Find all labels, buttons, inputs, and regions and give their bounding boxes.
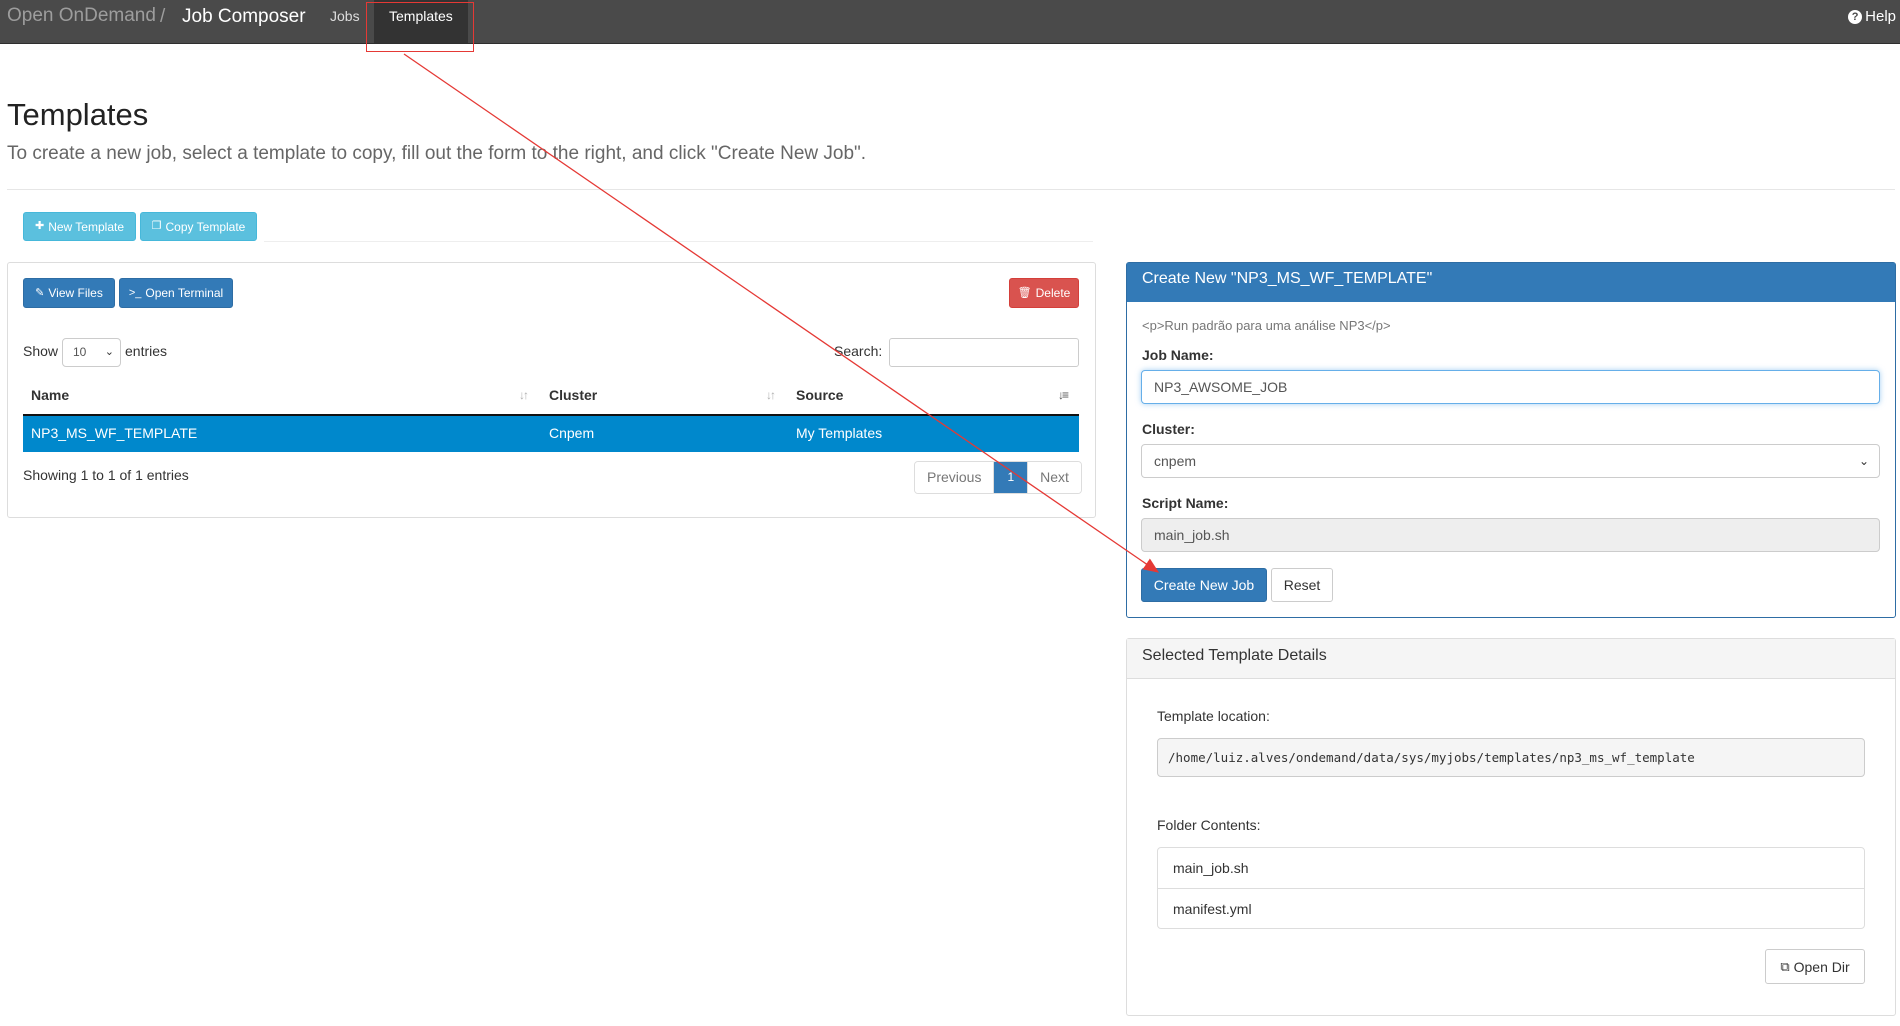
view-files-label: View Files [48, 286, 103, 300]
chevron-down-icon: ⌄ [104, 346, 114, 358]
folder-contents-label: Folder Contents: [1157, 817, 1261, 833]
page-subtitle: To create a new job, select a template t… [7, 143, 867, 164]
open-terminal-button[interactable]: >_ Open Terminal [119, 278, 233, 308]
list-item[interactable]: manifest.yml [1158, 888, 1864, 928]
new-template-label: New Template [48, 219, 125, 234]
entries-select[interactable]: 10 ⌄ [62, 338, 121, 367]
plus-icon: ✚ [34, 220, 45, 232]
breadcrumb-separator: / [160, 6, 166, 27]
edit-icon: ✎ [35, 286, 45, 299]
annotation-highlight-box [366, 2, 474, 52]
delete-label: Delete [1035, 286, 1071, 300]
template-location-value: /home/luiz.alves/ondemand/data/sys/myjob… [1157, 738, 1865, 777]
open-terminal-label: Open Terminal [145, 286, 224, 300]
cluster-label: Cluster: [1142, 421, 1195, 437]
divider [7, 189, 1895, 190]
showing-info: Showing 1 to 1 of 1 entries [23, 467, 189, 483]
divider [264, 241, 1093, 242]
trash-icon: 🗑 [1017, 286, 1032, 299]
app-name-link[interactable]: Job Composer [182, 6, 306, 28]
view-files-button[interactable]: ✎ View Files [23, 278, 115, 308]
navbar: Open OnDemand / Job Composer Jobs Templa… [0, 0, 1900, 44]
create-new-job-button[interactable]: Create New Job [1141, 568, 1267, 602]
pager-page-1[interactable]: 1 [993, 462, 1028, 493]
sort-asc-icon[interactable]: ↓≡ [1058, 388, 1069, 402]
column-header-name[interactable]: Name [31, 387, 69, 403]
template-description: <p>Run padrão para uma análise NP3</p> [1142, 318, 1391, 333]
folder-contents-list: main_job.sh manifest.yml [1157, 847, 1865, 929]
details-panel-title: Selected Template Details [1127, 639, 1895, 679]
script-name-label: Script Name: [1142, 495, 1229, 511]
pager-next[interactable]: Next [1027, 462, 1081, 493]
cell-cluster[interactable]: Cnpem [549, 425, 594, 441]
help-label: Help [1865, 8, 1896, 25]
external-link-icon: ⧉ [1780, 959, 1790, 974]
job-name-label: Job Name: [1142, 347, 1214, 363]
template-location-label: Template location: [1157, 708, 1270, 724]
new-template-button[interactable]: ✚ New Template [23, 212, 136, 241]
pager-previous[interactable]: Previous [915, 462, 994, 493]
create-panel-title: Create New "NP3_MS_WF_TEMPLATE" [1127, 263, 1895, 302]
reset-button[interactable]: Reset [1271, 568, 1333, 602]
cell-name[interactable]: NP3_MS_WF_TEMPLATE [31, 425, 197, 441]
script-name-input[interactable]: main_job.sh [1141, 518, 1880, 552]
question-circle-icon: ? [1848, 9, 1863, 24]
cell-source[interactable]: My Templates [796, 425, 882, 441]
entries-label: entries [125, 343, 168, 359]
copy-icon: ❐ [151, 220, 162, 232]
cluster-value: cnpem [1154, 453, 1197, 469]
create-job-panel: Create New "NP3_MS_WF_TEMPLATE" [1126, 262, 1896, 618]
job-name-input[interactable]: NP3_AWSOME_JOB [1141, 370, 1880, 404]
list-item[interactable]: main_job.sh [1158, 848, 1864, 888]
pagination: Previous 1 Next [914, 461, 1082, 494]
help-link[interactable]: ? Help [1848, 8, 1896, 25]
cluster-select[interactable]: cnpem ⌄ [1141, 444, 1880, 478]
open-dir-button[interactable]: ⧉ Open Dir [1765, 949, 1865, 984]
chevron-down-icon: ⌄ [1858, 454, 1869, 468]
delete-button[interactable]: 🗑 Delete [1009, 278, 1079, 308]
brand-link[interactable]: Open OnDemand [7, 6, 156, 26]
copy-template-label: Copy Template [165, 219, 246, 234]
open-dir-label: Open Dir [1793, 958, 1850, 975]
column-header-source[interactable]: Source [796, 387, 843, 403]
show-label: Show [23, 343, 59, 359]
sort-icon[interactable]: ↓↑ [519, 388, 529, 402]
search-label: Search: [834, 343, 883, 359]
entries-value: 10 [73, 345, 87, 359]
column-header-cluster[interactable]: Cluster [549, 387, 597, 403]
copy-template-button[interactable]: ❐ Copy Template [140, 212, 257, 241]
search-input[interactable] [889, 338, 1079, 367]
terminal-icon: >_ [128, 286, 142, 299]
sort-icon[interactable]: ↓↑ [766, 388, 776, 402]
page-title: Templates [7, 97, 149, 132]
